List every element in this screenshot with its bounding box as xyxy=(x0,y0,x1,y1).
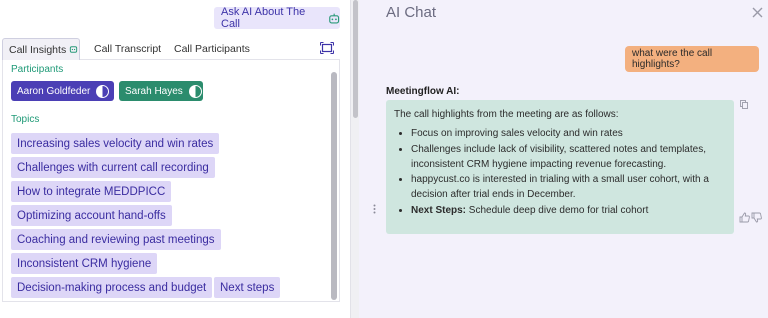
participant-chip-aaron-goldfeder[interactable]: Aaron Goldfeder xyxy=(11,81,114,101)
ask-ai-button[interactable]: Ask AI About The Call xyxy=(214,6,340,30)
sparkle-icon xyxy=(70,46,78,53)
highlight-item: happycust.co is interested in trialing w… xyxy=(411,172,726,202)
next-steps-label: Next Steps: xyxy=(411,204,467,216)
panel-divider[interactable] xyxy=(350,0,359,318)
next-steps-text: Schedule deep dive demo for trial cohort xyxy=(466,204,649,216)
bot-intro: The call highlights from the meeting are… xyxy=(394,109,619,120)
highlights-list: Focus on improving sales velocity and wi… xyxy=(411,126,726,218)
robot-icon xyxy=(328,13,339,23)
thumbs-down-icon[interactable] xyxy=(751,212,762,223)
tab-call-participants-label: Call Participants xyxy=(174,43,250,55)
ask-ai-label: Ask AI About The Call xyxy=(221,6,306,30)
insights-scrollbar[interactable] xyxy=(331,72,337,300)
tab-call-insights-label: Call Insights xyxy=(9,43,67,56)
bot-name-label: Meetingflow AI: xyxy=(386,86,460,97)
user-message-text: what were the call highlights? xyxy=(632,48,713,70)
topics-heading: Topics xyxy=(11,114,40,125)
tab-call-transcript-label: Call Transcript xyxy=(94,43,162,55)
topic-chip[interactable]: Decision-making process and budget xyxy=(11,277,213,298)
chat-title: AI Chat xyxy=(386,4,437,21)
half-circle-icon xyxy=(188,84,202,98)
insights-tabs: Call Insights Call Transcript Call Parti… xyxy=(2,38,340,60)
divider-scroll-handle[interactable] xyxy=(353,0,358,118)
thumbs-up-icon[interactable] xyxy=(739,212,750,223)
next-steps-item: Next Steps: Schedule deep dive demo for … xyxy=(411,203,726,218)
insights-content: Participants Aaron Goldfeder Sarah Hayes… xyxy=(2,60,340,302)
participant-name: Aaron Goldfeder xyxy=(17,85,91,97)
tab-call-participants[interactable]: Call Participants xyxy=(174,38,250,60)
drag-dots-icon[interactable] xyxy=(372,204,377,214)
copy-icon[interactable] xyxy=(740,100,748,109)
topic-chip[interactable]: Challenges with current call recording xyxy=(11,157,215,178)
topic-chip[interactable]: How to integrate MEDDPICC xyxy=(11,181,172,202)
call-insights-panel: Ask AI About The Call Call Insights Call… xyxy=(0,0,350,318)
topic-chip[interactable]: Increasing sales velocity and win rates xyxy=(11,133,220,154)
expand-icon[interactable] xyxy=(320,42,334,54)
participant-chip-sarah-hayes[interactable]: Sarah Hayes xyxy=(119,81,203,101)
bot-message-bubble: The call highlights from the meeting are… xyxy=(386,100,734,234)
topic-chip[interactable]: Optimizing account hand-offs xyxy=(11,205,172,226)
highlight-item: Focus on improving sales velocity and wi… xyxy=(411,126,726,141)
topic-chip[interactable]: Inconsistent CRM hygiene xyxy=(11,253,158,274)
highlight-item: Challenges include lack of visibility, s… xyxy=(411,142,726,172)
ai-chat-panel: AI Chat what were the call highlights? M… xyxy=(359,0,768,318)
participants-heading: Participants xyxy=(11,64,64,75)
close-icon[interactable] xyxy=(752,7,763,18)
tab-call-transcript[interactable]: Call Transcript xyxy=(94,38,161,60)
topic-chip[interactable]: Next steps xyxy=(214,277,281,298)
participant-name: Sarah Hayes xyxy=(125,85,183,97)
user-message-bubble: what were the call highlights? xyxy=(625,46,759,72)
topic-chip[interactable]: Coaching and reviewing past meetings xyxy=(11,229,221,250)
half-circle-icon xyxy=(96,84,110,98)
tab-call-insights[interactable]: Call Insights xyxy=(2,38,80,60)
